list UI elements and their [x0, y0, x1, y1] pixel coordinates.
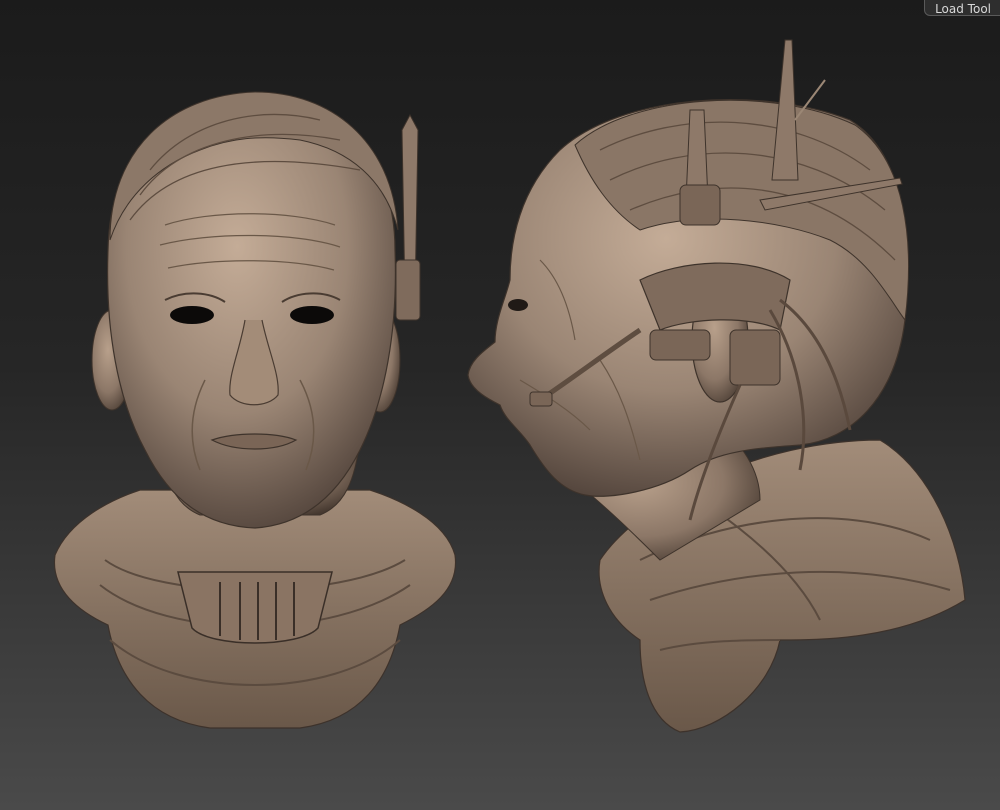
- front-chest-plate: [177, 571, 333, 644]
- side-eye: [508, 299, 528, 311]
- front-left-eye: [170, 306, 214, 324]
- front-bust[interactable]: [53, 91, 457, 729]
- front-right-eye: [290, 306, 334, 324]
- load-tool-button[interactable]: Load Tool: [924, 0, 1000, 16]
- sculpt-canvas: [53, 39, 966, 733]
- side-headset: [639, 262, 791, 331]
- side-bust[interactable]: [467, 39, 966, 733]
- 3d-viewport[interactable]: Load Tool: [0, 0, 1000, 810]
